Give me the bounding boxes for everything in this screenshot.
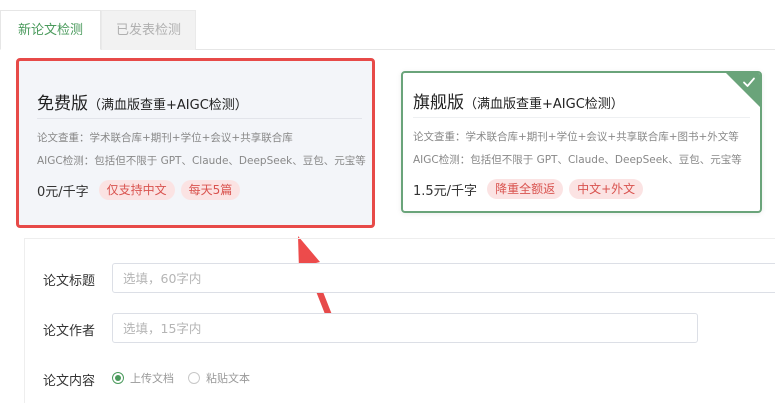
radio-paste-text[interactable]: 粘贴文本 — [188, 370, 250, 386]
plan-tag-refund: 降重全额返 — [487, 179, 564, 199]
plan-desc-plagiarism: 论文查重：学术联合库+期刊+学位+会议+共享联合库+图书+外文等 — [413, 131, 739, 143]
plan-name: 旗舰版 — [413, 93, 464, 113]
paper-title-label: 论文标题 — [43, 274, 96, 289]
radio-checked-icon[interactable] — [112, 372, 124, 384]
plan-tag-languages: 中文+外文 — [569, 179, 644, 199]
content-source-radio-group: 上传文档 粘贴文本 — [112, 370, 264, 386]
plan-tag-daily-limit: 每天5篇 — [180, 180, 241, 200]
radio-paste-label: 粘贴文本 — [206, 372, 250, 385]
plan-subtitle: （满血版查重+AIGC检测） — [88, 98, 248, 113]
plan-desc-aigc: AIGC检测：包括但不限于 GPT、Claude、DeepSeek、豆包、元宝等 — [413, 154, 742, 166]
tab-published-check[interactable]: 已发表检测 — [101, 10, 196, 50]
tab-new-paper-check[interactable]: 新论文检测 — [0, 10, 101, 50]
paper-author-input[interactable] — [112, 313, 698, 343]
radio-upload-document[interactable]: 上传文档 — [112, 370, 174, 386]
paper-content-label: 论文内容 — [43, 374, 96, 389]
card-divider — [37, 118, 362, 119]
plan-card-free[interactable]: 免费版（满血版查重+AIGC检测） 论文查重：学术联合库+期刊+学位+会议+共享… — [16, 58, 375, 228]
plan-price: 0元/千字 — [37, 184, 89, 200]
plan-price-row: 1.5元/千字 降重全额返 中文+外文 — [413, 179, 649, 199]
tab-bar: 新论文检测 已发表检测 — [0, 0, 775, 50]
plan-subtitle: （满血版查重+AIGC检测） — [464, 97, 624, 112]
plan-desc-plagiarism: 论文查重：学术联合库+期刊+学位+会议+共享联合库 — [37, 132, 293, 144]
card-divider — [413, 117, 750, 118]
radio-unchecked-icon[interactable] — [188, 372, 200, 384]
plan-title-flagship: 旗舰版（满血版查重+AIGC检测） — [413, 88, 624, 113]
plan-title-free: 免费版（满血版查重+AIGC检测） — [37, 89, 248, 114]
plan-desc-aigc: AIGC检测：包括但不限于 GPT、Claude、DeepSeek、豆包、元宝等 — [37, 155, 366, 167]
plan-tag-chinese-only: 仅支持中文 — [98, 180, 175, 200]
paper-title-input[interactable] — [112, 263, 775, 293]
plan-price-row: 0元/千字 仅支持中文 每天5篇 — [37, 180, 246, 200]
plan-card-flagship[interactable]: 旗舰版（满血版查重+AIGC检测） 论文查重：学术联合库+期刊+学位+会议+共享… — [401, 71, 762, 213]
radio-upload-label: 上传文档 — [130, 372, 174, 385]
plan-price: 1.5元/千字 — [413, 183, 478, 199]
plan-name: 免费版 — [37, 94, 88, 114]
paper-author-label: 论文作者 — [43, 324, 96, 339]
check-icon — [743, 77, 755, 87]
